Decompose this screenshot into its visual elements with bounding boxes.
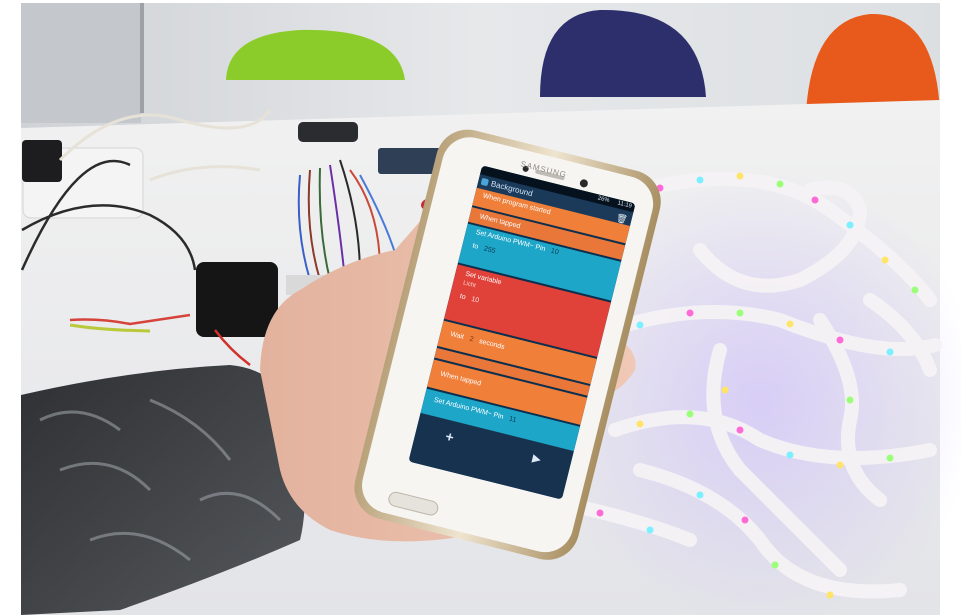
wait-unit-label: seconds	[478, 337, 506, 352]
pwm-pin-field-2[interactable]: 11	[508, 416, 517, 425]
block-label: When tapped	[439, 370, 482, 388]
plus-icon[interactable]: +	[444, 428, 456, 446]
battery-box	[196, 262, 278, 337]
variable-name-field[interactable]: Licht	[462, 280, 476, 289]
play-icon[interactable]: ▶	[531, 451, 542, 466]
to-label: to	[471, 242, 479, 251]
variable-value-field[interactable]: 10	[470, 296, 479, 305]
pwm-value-field[interactable]: 255	[483, 245, 496, 255]
wait-value-field[interactable]: 2	[469, 336, 474, 344]
to-label: to	[459, 293, 467, 302]
pocket-code-icon[interactable]	[480, 177, 490, 187]
block-label: Wait	[449, 330, 465, 341]
pwm-pin-field[interactable]: 10	[550, 248, 559, 257]
sensor-box	[298, 122, 358, 142]
